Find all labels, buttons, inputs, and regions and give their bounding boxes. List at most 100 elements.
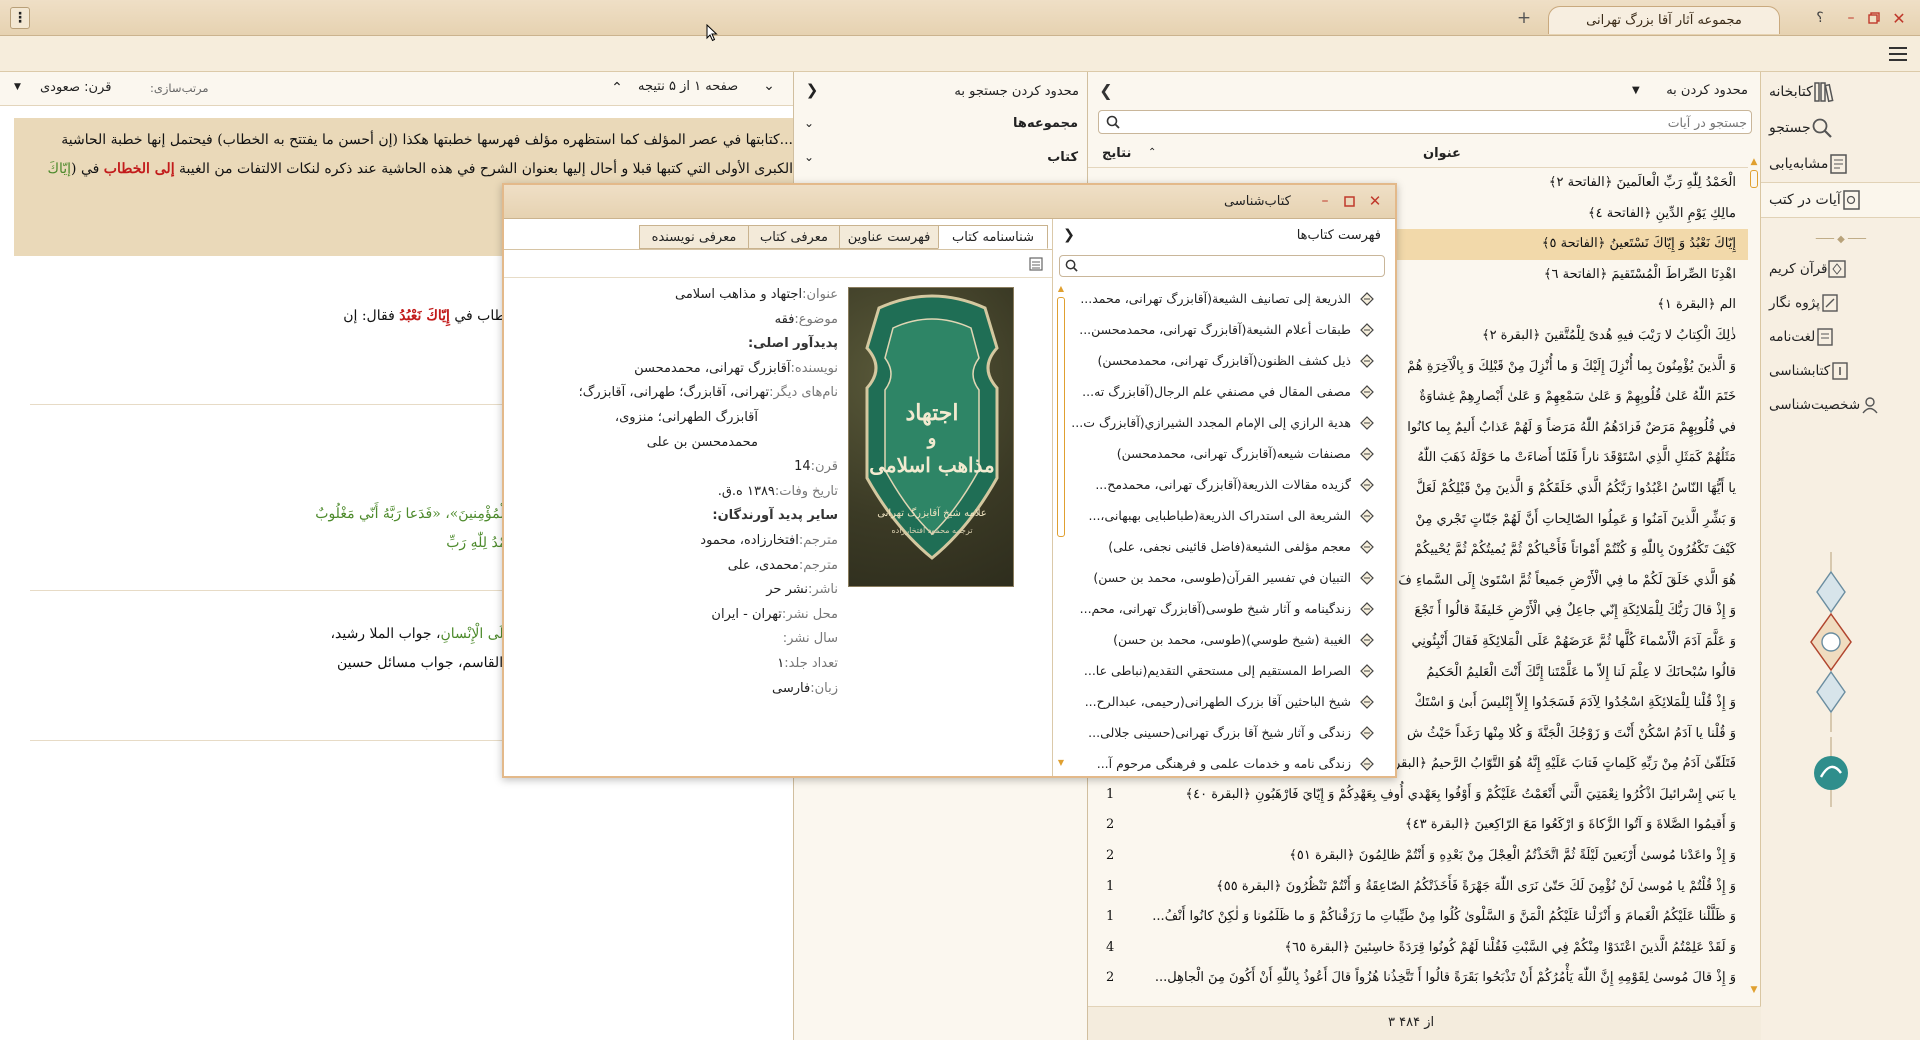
tab-book-intro[interactable]: معرفی کتاب xyxy=(748,225,840,249)
help-button[interactable]: ؟ xyxy=(1812,8,1828,28)
tool-bibliography[interactable]: کتابشناسی xyxy=(1761,354,1920,388)
tab-table-of-contents[interactable]: فهرست عناوین xyxy=(839,225,939,249)
book-field-value: محمدی، علی xyxy=(727,557,799,573)
filter-group-book[interactable]: ⌄ کتاب xyxy=(794,146,1088,172)
book-search-box[interactable] xyxy=(1059,255,1385,277)
toolbar-strip xyxy=(0,36,1920,72)
scroll-up-icon[interactable]: ▲ xyxy=(1748,156,1760,168)
tab-author-intro[interactable]: معرفی نویسنده xyxy=(639,225,749,249)
verse-text: مَثَلُهُمْ كَمَثَلِ الَّذِي اسْتَوْقَدَ … xyxy=(1417,450,1736,466)
book-list-item[interactable]: الذريعة إلى تصانيف الشيعة(آقابزرگ تهرانی… xyxy=(1067,283,1381,314)
verse-row[interactable]: يا بَني إِسْرائيلَ اذْكُرُوا نِعْمَتِيَ … xyxy=(1088,780,1748,811)
scroll-up-icon[interactable]: ▲ xyxy=(1055,283,1067,293)
verses-scrollbar[interactable]: ▲ ▼ xyxy=(1748,157,1760,996)
collapse-filter-chevron-icon[interactable]: ❯ xyxy=(804,81,820,99)
notes-icon xyxy=(1820,293,1840,313)
tool-research-notes[interactable]: پژوه نگار xyxy=(1761,286,1920,320)
book-title: ذيل كشف الظنون(آقابزرگ تهرانی، محمدمحسن) xyxy=(1097,353,1351,368)
dialog-maximize-icon[interactable] xyxy=(1340,192,1358,210)
book-field-label: قرن: xyxy=(810,459,838,475)
restore-icon[interactable] xyxy=(1866,8,1882,28)
book-list-item[interactable]: هدية الرازي إلى الإمام المجدد الشيرازي(آ… xyxy=(1067,407,1381,438)
close-window-icon[interactable]: ✕ xyxy=(1890,8,1908,28)
next-page-icon[interactable]: ⌄ xyxy=(760,76,778,96)
book-list-scrollbar[interactable]: ▲ ▼ xyxy=(1055,283,1067,769)
scrollbar-thumb[interactable] xyxy=(1057,297,1065,537)
sort-dropdown[interactable]: ▼ قرن: صعودی مرتب‌سازی: xyxy=(10,78,209,100)
dictionary-icon xyxy=(1815,327,1835,347)
book-list-item[interactable]: مصنفات شيعه(آقابزرگ تهرانی، محمدمحسن) xyxy=(1067,438,1381,469)
book-icon xyxy=(1359,353,1375,369)
search-icon xyxy=(1811,117,1833,139)
scroll-down-icon[interactable]: ▼ xyxy=(1055,757,1067,767)
col-title-header[interactable]: عنوان xyxy=(1423,146,1461,161)
book-list-item[interactable]: طبقات أعلام الشيعة(آقابزرگ تهرانی، محمدم… xyxy=(1067,314,1381,345)
verses-search-input[interactable] xyxy=(1127,113,1747,131)
book-field-label: مترجم: xyxy=(798,557,838,573)
book-title: شیخ الباحثین آقا بزرک الطهرانی(رحیمی، عب… xyxy=(1084,694,1351,709)
col-results-header[interactable]: نتایج xyxy=(1102,146,1131,161)
verse-text: هُوَ الَّذي خَلَقَ لَكُمْ ما فِي الْأَرْ… xyxy=(1398,572,1736,588)
search-icon xyxy=(1065,259,1078,272)
book-title: معجم مؤلفی الشيعة(فاضل قائينى نجفى، على) xyxy=(1108,539,1351,554)
book-list-item[interactable]: الصراط المستقيم إلى مستحقي التقديم(نباطی… xyxy=(1067,655,1381,686)
dialog-minimize-icon[interactable]: – xyxy=(1316,192,1334,210)
book-list-item[interactable]: گزيده مقالات الذريعة(آقابزرگ تهرانی، محم… xyxy=(1067,469,1381,500)
scrollbar-thumb[interactable] xyxy=(1750,170,1758,188)
verse-text: وَ إِذْ قُلْنا لِلْمَلائِكَةِ اسْجُدُوا … xyxy=(1414,695,1736,711)
book-field-value: 14 xyxy=(794,459,811,475)
verse-text: فَتَلَقّىٰ آدَمُ مِنْ رَبِّهِ كَلِماتٍ ف… xyxy=(1387,756,1736,772)
book-list-item[interactable]: ذيل كشف الظنون(آقابزرگ تهرانی، محمدمحسن) xyxy=(1067,345,1381,376)
filter-group-collections[interactable]: ⌄ مجموعه‌ها xyxy=(794,112,1088,138)
verses-footer: ۳ از ۴۸۴ xyxy=(1088,1006,1761,1040)
verse-result-count: 4 xyxy=(1106,939,1115,955)
new-tab-button[interactable]: + xyxy=(1514,8,1534,28)
book-list-item[interactable]: شیخ الباحثین آقا بزرک الطهرانی(رحیمی، عب… xyxy=(1067,686,1381,717)
sort-asc-icon[interactable]: ⌃ xyxy=(1148,147,1156,158)
tool-dictionary[interactable]: لغت‌نامه xyxy=(1761,320,1920,354)
sidebar-item-search[interactable]: جستجو xyxy=(1761,110,1920,146)
tool-quran[interactable]: قرآن کریم xyxy=(1761,252,1920,286)
book-list-item[interactable]: زندگینامه و آثار شیخ طوسی(آقابزرگ تهرانی… xyxy=(1067,593,1381,624)
book-list-item[interactable]: الشريعة الى استدراک الذريعة(طباطبایی بهب… xyxy=(1067,500,1381,531)
app-menu-button[interactable]: ⋮ xyxy=(10,7,30,29)
tool-biographies[interactable]: شخصیت‌شناسی xyxy=(1761,388,1920,422)
scroll-down-icon[interactable]: ▼ xyxy=(1748,984,1760,996)
hamburger-menu-icon[interactable] xyxy=(1888,44,1908,64)
book-list-item[interactable]: زندگی و آثار شیخ آقا بزرگ تهرانی(حسینی ج… xyxy=(1067,717,1381,748)
book-search-input[interactable] xyxy=(1084,258,1380,274)
verses-search-box[interactable] xyxy=(1098,110,1752,134)
tab-book-identity[interactable]: شناسنامه کتاب xyxy=(938,225,1048,249)
verse-row[interactable]: وَ إِذْ قالَ مُوسىٰ لِقَوْمِهِ إِنَّ الل… xyxy=(1088,963,1748,994)
tool-label: قرآن کریم xyxy=(1769,261,1828,277)
book-field-label: سایر پدید آورندگان: xyxy=(712,508,838,524)
book-list-item[interactable]: زندگی نامه و خدمات علمی و فرهنگی مرحوم آ… xyxy=(1067,748,1381,771)
tool-label: لغت‌نامه xyxy=(1769,329,1816,345)
book-list-item[interactable]: معجم مؤلفی الشيعة(فاضل قائينى نجفى، على) xyxy=(1067,531,1381,562)
limit-to-dropdown[interactable]: محدود کردن به ▼ xyxy=(1626,78,1754,102)
collapse-list-chevron-icon[interactable]: ❯ xyxy=(1061,227,1077,243)
book-field-value: ۱۳۸۹ ه.ق. xyxy=(717,483,775,499)
verse-row[interactable]: وَ ظَلَّلْنا عَلَيْكُمُ الْغَمامَ وَ أَن… xyxy=(1088,902,1748,933)
minimize-icon[interactable]: – xyxy=(1843,8,1859,28)
dialog-title: کتاب‌شناسی xyxy=(1224,194,1291,209)
sidebar-item-library[interactable]: کتابخانه xyxy=(1761,74,1920,110)
sidebar-item-label: کتابخانه xyxy=(1769,84,1813,100)
previous-page-icon[interactable]: ⌃ xyxy=(608,78,626,98)
verse-row[interactable]: وَ إِذْ قُلْتُمْ يا مُوسىٰ لَنْ نُؤْمِنَ… xyxy=(1088,872,1748,903)
verse-row[interactable]: وَ أَقيمُوا الصَّلاةَ وَ آتُوا الزَّكاةَ… xyxy=(1088,810,1748,841)
collapse-panel-chevron-icon[interactable]: ❮ xyxy=(1096,80,1116,100)
export-icon[interactable] xyxy=(1028,256,1044,272)
window-title-tab[interactable]: مجموعه آثار آقا بزرگ تهرانی xyxy=(1548,6,1780,34)
book-list-item[interactable]: التبيان في تفسير القرآن(طوسى، محمد بن حس… xyxy=(1067,562,1381,593)
snippet-text: ...كتابتها في عصر المؤلف كما استظهره مؤل… xyxy=(61,132,793,148)
book-list-item[interactable]: مصفى المقال في مصنفي علم الرجال(آقابزرگ … xyxy=(1067,376,1381,407)
dialog-close-icon[interactable]: ✕ xyxy=(1366,192,1384,210)
verse-result-count: 1 xyxy=(1106,786,1115,802)
sidebar-item-similar[interactable]: مشابه‌یابی xyxy=(1761,146,1920,182)
book-title: التبيان في تفسير القرآن(طوسى، محمد بن حس… xyxy=(1093,570,1351,585)
verse-row[interactable]: وَ إِذْ واعَدْنا مُوسىٰ أَرْبَعينَ لَيْل… xyxy=(1088,841,1748,872)
sidebar-item-verses-in-books[interactable]: آیات در کتب xyxy=(1761,182,1920,218)
verse-row[interactable]: وَ لَقَدْ عَلِمْتُمُ الَّذينَ اعْتَدَوْا… xyxy=(1088,933,1748,964)
book-list-item[interactable]: الغيبة (شيخ طوسي)(طوسى، محمد بن حسن) xyxy=(1067,624,1381,655)
